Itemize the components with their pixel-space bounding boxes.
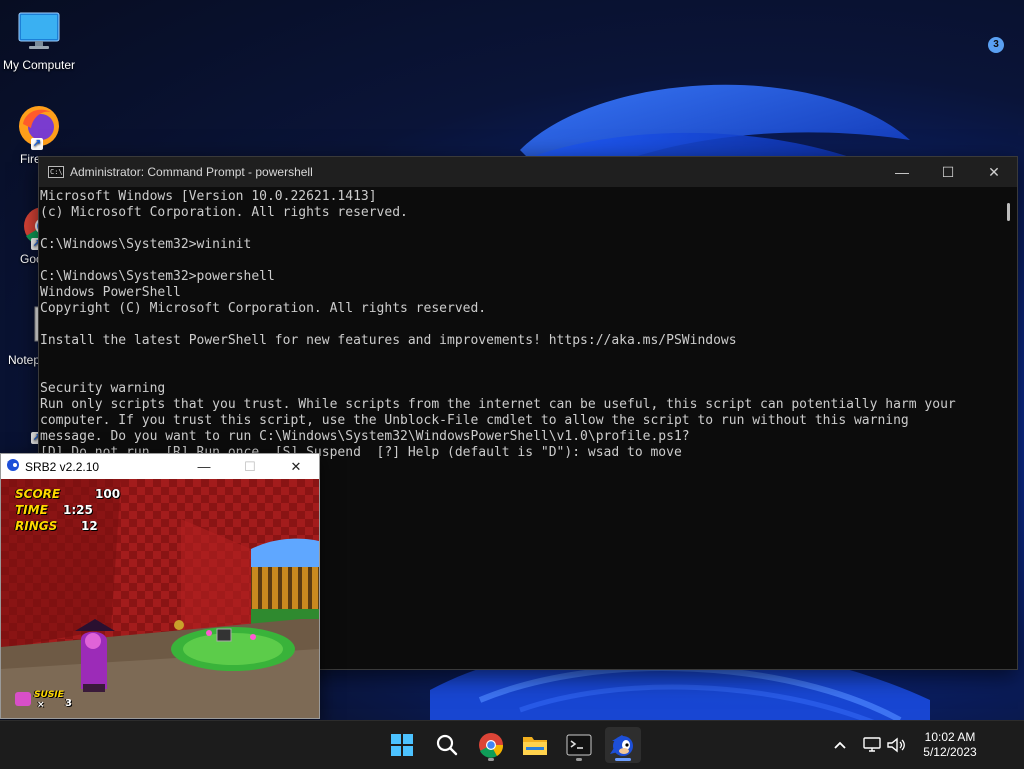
console-line: Install the latest PowerShell for new fe…	[40, 333, 737, 348]
console-line: C:\Windows\System32>powershell	[40, 269, 275, 284]
firefox-icon: ↗	[17, 104, 61, 150]
taskbar: 10:02 AM 5/12/2023	[0, 720, 1024, 769]
search-button[interactable]	[429, 727, 465, 763]
terminal-button[interactable]	[561, 727, 597, 763]
maximize-button[interactable]: ☐	[227, 454, 273, 479]
console-line: message. Do you want to run C:\Windows\S…	[40, 429, 690, 444]
chevron-up-icon	[834, 741, 846, 749]
hud-lives-x: ×	[37, 700, 45, 710]
console-line: computer. If you trust this script, use …	[40, 413, 909, 428]
clock-date: 5/12/2023	[923, 745, 977, 759]
minimize-button[interactable]: —	[879, 157, 925, 187]
hud-character-name: SUSIE	[34, 690, 64, 700]
search-icon	[436, 734, 458, 756]
network-button[interactable]	[862, 721, 882, 769]
srb2-window[interactable]: SRB2 v2.2.10 — ☐ ✕ SCORE 100 TIME 1:25 R…	[0, 453, 320, 719]
close-button[interactable]: ✕	[971, 157, 1017, 187]
hud-rings-value: 12	[81, 519, 98, 533]
lives-character-icon	[15, 692, 31, 706]
monitor-icon	[17, 10, 61, 54]
console-line: Copyright (C) Microsoft Corporation. All…	[40, 301, 487, 316]
scrollbar[interactable]	[999, 187, 1017, 669]
network-icon	[863, 737, 881, 752]
clock[interactable]: 10:02 AM 5/12/2023	[905, 730, 995, 760]
srb2-icon	[610, 735, 633, 756]
hud-score-label: SCORE	[15, 487, 61, 501]
window-title: Administrator: Command Prompt - powershe…	[70, 165, 313, 179]
volume-button[interactable]	[886, 721, 906, 769]
volume-icon	[887, 737, 905, 753]
hud-rings-label: RINGS	[15, 519, 58, 533]
chrome-icon	[479, 733, 504, 758]
console-line: C:\Windows\System32>wininit	[40, 237, 252, 252]
sonic-icon	[5, 457, 21, 476]
start-button[interactable]	[384, 727, 420, 763]
game-viewport[interactable]: SCORE 100 TIME 1:25 RINGS 12 SUSIE × 3	[1, 479, 319, 718]
game-scene	[1, 479, 319, 718]
hud-time-value: 1:25	[63, 503, 93, 517]
console-line: Microsoft Windows [Version 10.0.22621.14…	[40, 189, 377, 204]
clock-time: 10:02 AM	[924, 730, 976, 744]
console-icon: C:\	[48, 166, 64, 178]
srb2-taskbar-button[interactable]	[605, 727, 641, 763]
window-title: SRB2 v2.2.10	[25, 459, 100, 474]
running-indicator	[488, 758, 494, 761]
chrome-taskbar-button[interactable]	[473, 727, 509, 763]
hud-lives-value: 3	[65, 698, 72, 709]
title-bar[interactable]: C:\ Administrator: Command Prompt - powe…	[39, 157, 1017, 187]
console-line: Windows PowerShell	[40, 285, 181, 300]
running-indicator	[576, 758, 582, 761]
active-indicator	[615, 758, 631, 761]
file-explorer-icon	[523, 737, 547, 755]
desktop-icon-label: My Computer	[2, 58, 76, 72]
hud-score-value: 100	[95, 487, 121, 501]
start-icon	[391, 734, 413, 756]
shortcut-arrow-icon: ↗	[31, 138, 43, 150]
file-explorer-button[interactable]	[517, 727, 553, 763]
minimize-button[interactable]: —	[181, 454, 227, 479]
notification-badge[interactable]: 3	[988, 37, 1004, 53]
maximize-button[interactable]: ☐	[925, 157, 971, 187]
terminal-icon	[566, 734, 592, 756]
scrollbar-thumb[interactable]	[1007, 203, 1010, 221]
tray-overflow-button[interactable]	[832, 721, 848, 769]
title-bar[interactable]: SRB2 v2.2.10 — ☐ ✕	[1, 454, 319, 479]
console-line: (c) Microsoft Corporation. All rights re…	[40, 205, 408, 220]
console-line: Security warning	[40, 381, 166, 396]
hud-time-label: TIME	[15, 503, 48, 517]
close-button[interactable]: ✕	[273, 454, 319, 479]
desktop-icon-my-computer[interactable]: My Computer	[0, 10, 78, 72]
console-line: Run only scripts that you trust. While s…	[40, 397, 956, 412]
